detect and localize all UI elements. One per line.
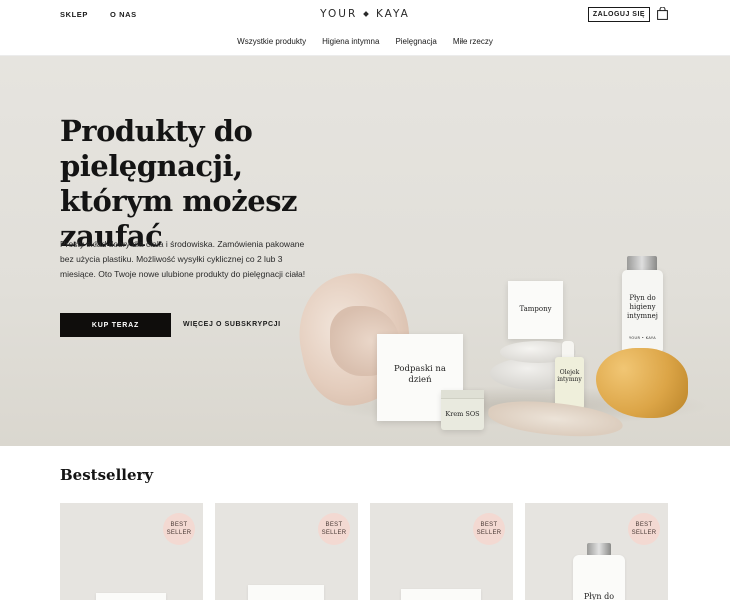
cream-label: Krem SOS bbox=[445, 410, 480, 418]
badge-line-2: SELLER bbox=[631, 530, 657, 536]
hero-description: Prosty skład dobry dla ciała i środowisk… bbox=[60, 239, 306, 279]
logo-text-right: KAYA bbox=[375, 8, 410, 20]
oil-label: Olejek intymny bbox=[557, 369, 582, 383]
logo-diamond bbox=[362, 11, 369, 17]
hero-title: Produkty do pielęgnacji, którym możesz z… bbox=[60, 114, 297, 253]
nav-nice-things[interactable]: Miłe rzeczy bbox=[453, 37, 493, 46]
tampons-box: Tampony bbox=[508, 281, 563, 339]
nav-care[interactable]: Pielęgnacja bbox=[395, 37, 436, 46]
badge-line-2: SELLER bbox=[476, 530, 502, 536]
product-card[interactable]: BEST SELLER bbox=[215, 503, 358, 600]
tampons-label: Tampony bbox=[519, 305, 552, 313]
bestseller-badge: BEST SELLER bbox=[473, 513, 505, 545]
site-header: SKLEP O NAS YOUR KAYA ZALOGUJ SIĘ Wszyst… bbox=[0, 0, 730, 56]
bestseller-badge: BEST SELLER bbox=[318, 513, 350, 545]
nav-intimate-hygiene[interactable]: Higiena intymna bbox=[322, 37, 379, 46]
shopping-bag-icon[interactable] bbox=[657, 7, 668, 20]
badge-line-2: SELLER bbox=[166, 530, 192, 536]
badge-line-1: BEST bbox=[635, 522, 653, 528]
bestseller-badge: BEST SELLER bbox=[163, 513, 195, 545]
login-button[interactable]: ZALOGUJ SIĘ bbox=[588, 7, 650, 22]
wash-brand: YOUR • KAYA bbox=[628, 336, 656, 340]
subscription-link[interactable]: WIĘCEJ O SUBSKRYPCJI bbox=[183, 321, 281, 328]
product-image bbox=[401, 589, 481, 600]
hero-banner: Produkty do pielęgnacji, którym możesz z… bbox=[0, 56, 730, 446]
nav-all-products[interactable]: Wszystkie produkty bbox=[237, 37, 306, 46]
wash-bottle: Płyn do higieny intymnej YOUR • KAYA bbox=[622, 270, 663, 352]
badge-line-1: BEST bbox=[170, 522, 188, 528]
pads-label: Podpaski na dzień bbox=[394, 364, 446, 385]
bestsellers-title: Bestsellery bbox=[60, 466, 154, 484]
product-card[interactable]: BEST SELLER bbox=[370, 503, 513, 600]
buy-now-button[interactable]: KUP TERAZ bbox=[60, 313, 171, 337]
product-image bbox=[96, 593, 166, 600]
oil-bottle: Olejek intymny bbox=[555, 357, 584, 409]
badge-line-1: BEST bbox=[325, 522, 343, 528]
product-image: Płyn do bbox=[573, 555, 625, 600]
category-nav: Wszystkie produkty Higiena intymna Pielę… bbox=[0, 37, 730, 46]
cream-jar: Krem SOS bbox=[441, 390, 484, 430]
logo-text-left: YOUR bbox=[320, 8, 358, 20]
badge-line-2: SELLER bbox=[321, 530, 347, 536]
product-card[interactable]: BEST SELLER bbox=[60, 503, 203, 600]
product-image bbox=[248, 585, 324, 600]
cream-jar-lid bbox=[441, 390, 484, 399]
badge-line-1: BEST bbox=[480, 522, 498, 528]
card4-label: Płyn do bbox=[583, 592, 615, 600]
wash-label: Płyn do higieny intymnej bbox=[627, 294, 658, 320]
product-card[interactable]: BEST SELLER Płyn do bbox=[525, 503, 668, 600]
bestseller-badge: BEST SELLER bbox=[628, 513, 660, 545]
